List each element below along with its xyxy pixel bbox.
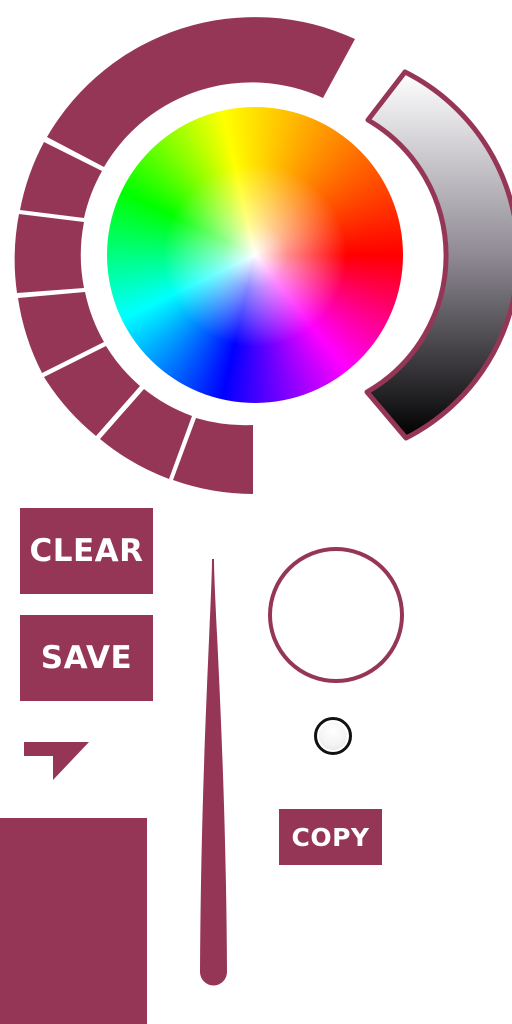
current-color-swatch[interactable] — [314, 717, 352, 755]
color-wheel[interactable] — [107, 107, 403, 403]
color-preview-circle — [268, 547, 404, 683]
color-picker-app: CLEAR SAVE COPY — [0, 0, 512, 1024]
clear-button[interactable]: CLEAR — [20, 508, 153, 594]
dropdown-corner-icon[interactable] — [24, 742, 89, 780]
brush-size-slider[interactable] — [200, 559, 227, 986]
save-button-label: SAVE — [40, 640, 133, 676]
copy-button[interactable]: COPY — [279, 809, 382, 865]
clear-button-label: CLEAR — [29, 533, 144, 569]
selected-color-block[interactable] — [0, 818, 147, 1024]
copy-button-label: COPY — [291, 822, 370, 852]
history-swatch[interactable] — [14, 214, 84, 293]
save-button[interactable]: SAVE — [20, 615, 153, 701]
